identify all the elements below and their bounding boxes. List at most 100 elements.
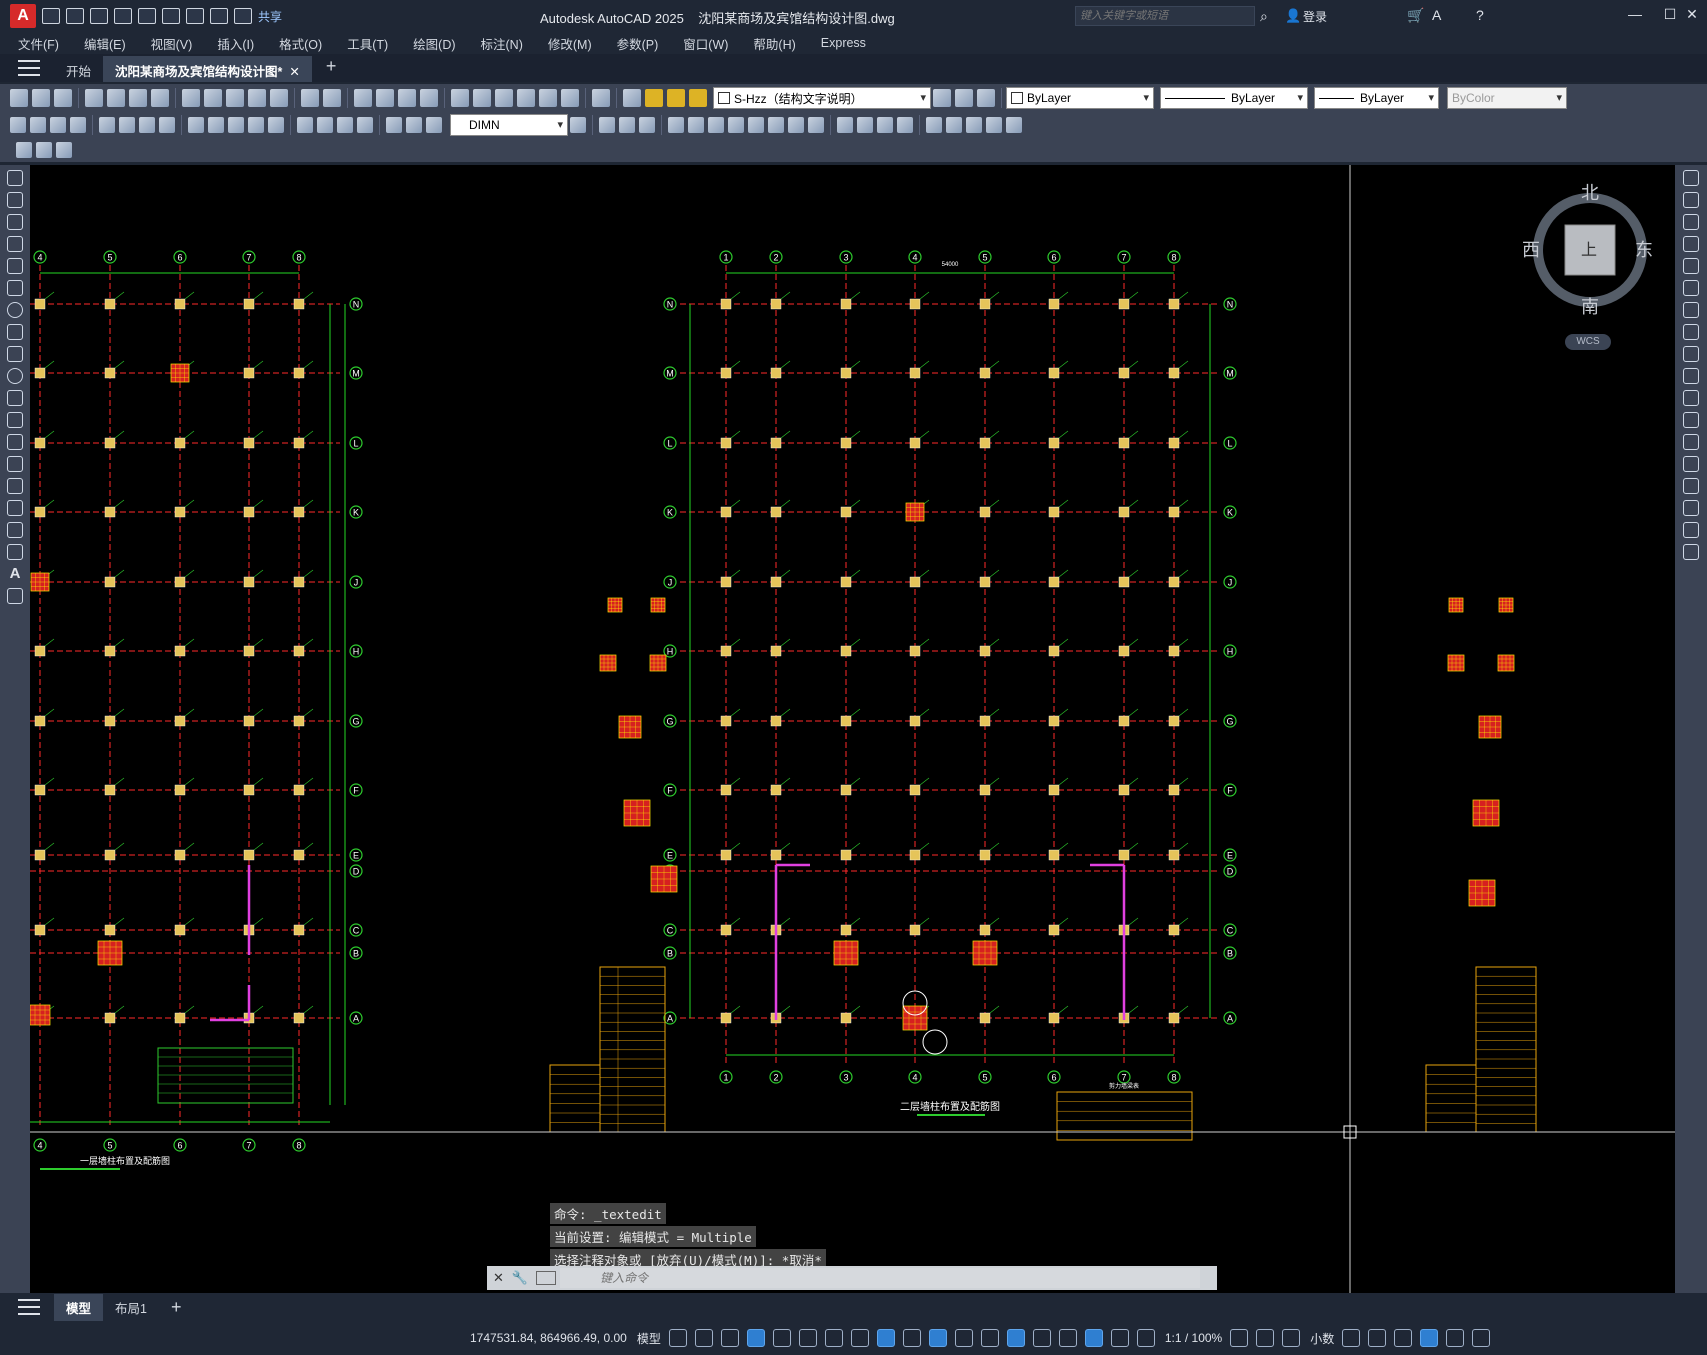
isometric-icon[interactable]: [824, 1329, 843, 1347]
table-icon[interactable]: [7, 544, 23, 560]
wcs-menu-button[interactable]: WCS: [1565, 334, 1611, 350]
preview-icon[interactable]: [107, 89, 125, 107]
customization-icon[interactable]: [1472, 1329, 1491, 1347]
cart-icon[interactable]: 🛒: [1407, 7, 1424, 24]
ellipse-icon[interactable]: [7, 368, 23, 384]
menu-parametric[interactable]: 参数(P): [617, 34, 659, 53]
selection-filter-icon[interactable]: [1032, 1329, 1051, 1347]
a360-icon[interactable]: A: [1432, 7, 1441, 23]
erase-icon[interactable]: [1683, 170, 1699, 186]
center-mark-icon[interactable]: [317, 117, 333, 133]
mirror-icon[interactable]: [1683, 214, 1699, 230]
annotation-scale-value[interactable]: 1:1 / 100%: [1165, 1331, 1222, 1345]
clean-screen-icon[interactable]: [1446, 1329, 1465, 1347]
separate-icon[interactable]: [966, 117, 982, 133]
match-properties-icon[interactable]: [248, 89, 266, 107]
tab-start[interactable]: 开始: [54, 56, 103, 82]
3d-box-icon[interactable]: [599, 117, 615, 133]
gizmo-icon[interactable]: [1058, 1329, 1077, 1347]
edit-attribute-icon[interactable]: [36, 142, 52, 158]
new-icon[interactable]: [10, 89, 28, 107]
transparency-icon[interactable]: [928, 1329, 947, 1347]
model-space-button[interactable]: 模型: [637, 1330, 661, 1347]
save-as-icon[interactable]: [114, 8, 132, 24]
radius-dim-icon[interactable]: [99, 117, 115, 133]
snap-icon[interactable]: [694, 1329, 713, 1347]
ellipse-arc-icon[interactable]: [7, 390, 23, 406]
plot-icon[interactable]: [186, 8, 204, 24]
3d-array-icon[interactable]: [748, 117, 764, 133]
quick-dim-icon[interactable]: [188, 117, 204, 133]
workspace-gear-icon[interactable]: [1230, 1329, 1249, 1347]
offset-icon[interactable]: [1683, 236, 1699, 252]
auto-scale-icon[interactable]: [1110, 1329, 1129, 1347]
object-snap-icon[interactable]: [876, 1329, 895, 1347]
ordinate-dim-icon[interactable]: [70, 117, 86, 133]
recent-commands-icon[interactable]: [536, 1271, 557, 1285]
dim-break-icon[interactable]: [268, 117, 284, 133]
inspection-icon[interactable]: [337, 117, 353, 133]
line-icon[interactable]: [7, 170, 23, 186]
copy-object-icon[interactable]: [1683, 192, 1699, 208]
subtract-icon[interactable]: [788, 117, 804, 133]
dynamic-input-icon[interactable]: [746, 1329, 765, 1347]
redo-icon[interactable]: [234, 8, 252, 24]
layer-lock-icon[interactable]: [689, 89, 707, 107]
save-icon[interactable]: [54, 89, 72, 107]
multiline-text-icon[interactable]: A: [7, 566, 23, 582]
layer-states-icon[interactable]: [977, 89, 995, 107]
menu-draw[interactable]: 绘图(D): [413, 34, 455, 53]
menu-view[interactable]: 视图(V): [151, 34, 193, 53]
help-icon[interactable]: ?: [1476, 7, 1484, 23]
3d-revolve-icon[interactable]: [639, 117, 655, 133]
3d-mirror-icon[interactable]: [728, 117, 744, 133]
interfere-icon[interactable]: [877, 117, 893, 133]
move-icon[interactable]: [1683, 280, 1699, 296]
circle-icon[interactable]: [7, 302, 23, 318]
layer-freeze-icon[interactable]: [667, 89, 685, 107]
copy-icon[interactable]: [204, 89, 222, 107]
layout-menu-icon[interactable]: [18, 1299, 40, 1315]
menu-express[interactable]: Express: [821, 36, 866, 50]
polar-tracking-icon[interactable]: [798, 1329, 817, 1347]
tool-palettes-icon[interactable]: [495, 89, 513, 107]
dimstyle-dropdown[interactable]: DIMN: [450, 114, 568, 136]
point-icon[interactable]: [7, 456, 23, 472]
continue-dim-icon[interactable]: [228, 117, 244, 133]
check-icon[interactable]: [1006, 117, 1022, 133]
autocad-logo-icon[interactable]: A: [10, 4, 36, 28]
extend-icon[interactable]: [1683, 390, 1699, 406]
polyline-icon[interactable]: [7, 214, 23, 230]
close-tab-icon[interactable]: ✕: [289, 65, 299, 79]
search-icon[interactable]: ⌕: [1260, 8, 1268, 25]
add-selected-icon[interactable]: [7, 588, 23, 604]
zoom-previous-icon[interactable]: [420, 89, 438, 107]
properties-icon[interactable]: [451, 89, 469, 107]
print-icon[interactable]: [85, 89, 103, 107]
menu-modify[interactable]: 修改(M): [548, 34, 592, 53]
quick-properties-icon[interactable]: [1342, 1329, 1361, 1347]
break-at-point-icon[interactable]: [1683, 412, 1699, 428]
rotate-icon[interactable]: [1683, 302, 1699, 318]
union-icon[interactable]: [768, 117, 784, 133]
menu-insert[interactable]: 插入(I): [217, 34, 254, 53]
tab-layout1[interactable]: 布局1: [103, 1294, 159, 1321]
infer-constraints-icon[interactable]: [720, 1329, 739, 1347]
dim-space-icon[interactable]: [248, 117, 264, 133]
chamfer-icon[interactable]: [1683, 478, 1699, 494]
section-icon[interactable]: [857, 117, 873, 133]
design-center-icon[interactable]: [473, 89, 491, 107]
scale-icon[interactable]: [1683, 324, 1699, 340]
share-button[interactable]: 共享: [258, 8, 282, 25]
redo-icon[interactable]: [323, 89, 341, 107]
arc-length-icon[interactable]: [50, 117, 66, 133]
3d-osnap-icon[interactable]: [980, 1329, 999, 1347]
command-input[interactable]: [560, 1268, 1201, 1288]
annotation-visibility-icon[interactable]: [1084, 1329, 1103, 1347]
explode-icon[interactable]: [1683, 544, 1699, 560]
menu-tools[interactable]: 工具(T): [347, 34, 388, 53]
menu-dimension[interactable]: 标注(N): [481, 34, 523, 53]
dim-text-edit-icon[interactable]: [406, 117, 422, 133]
open-file-icon[interactable]: [66, 8, 84, 24]
slice-icon[interactable]: [837, 117, 853, 133]
